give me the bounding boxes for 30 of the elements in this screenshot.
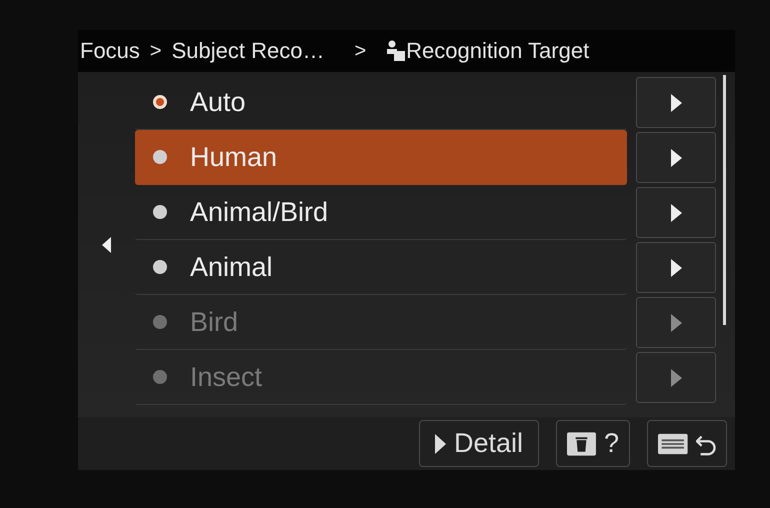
breadcrumb-separator: > [354, 40, 366, 62]
menu-option[interactable]: Animal/Bird [135, 185, 627, 240]
subject-icon [386, 40, 406, 62]
radio-button[interactable] [153, 260, 167, 274]
help-button[interactable]: ? [556, 420, 630, 467]
play-icon [670, 94, 682, 112]
detail-button[interactable]: Detail [419, 420, 539, 467]
menu-option[interactable]: Animal [135, 240, 627, 295]
play-icon [670, 314, 682, 332]
breadcrumb-item: Focus [80, 38, 140, 64]
trash-icon [567, 432, 596, 456]
back-button[interactable] [647, 420, 727, 467]
play-icon [670, 258, 682, 276]
breadcrumb-separator: > [150, 40, 162, 62]
radio-button[interactable] [153, 205, 167, 219]
submenu-button[interactable] [636, 132, 716, 183]
submenu-button[interactable] [636, 242, 716, 293]
play-icon [670, 368, 682, 386]
menu-option[interactable]: Human [135, 130, 627, 185]
left-arrow-icon[interactable] [102, 236, 111, 252]
play-icon [434, 434, 446, 454]
play-icon [670, 148, 682, 166]
play-icon [670, 204, 682, 222]
radio-button[interactable] [153, 95, 167, 109]
submenu-button[interactable] [636, 187, 716, 238]
radio-button[interactable] [153, 150, 167, 164]
menu-key-icon [658, 432, 688, 454]
submenu-button[interactable] [636, 77, 716, 128]
breadcrumb-item: Subject Reco… [172, 38, 324, 64]
page-title: Recognition Target [406, 38, 590, 64]
